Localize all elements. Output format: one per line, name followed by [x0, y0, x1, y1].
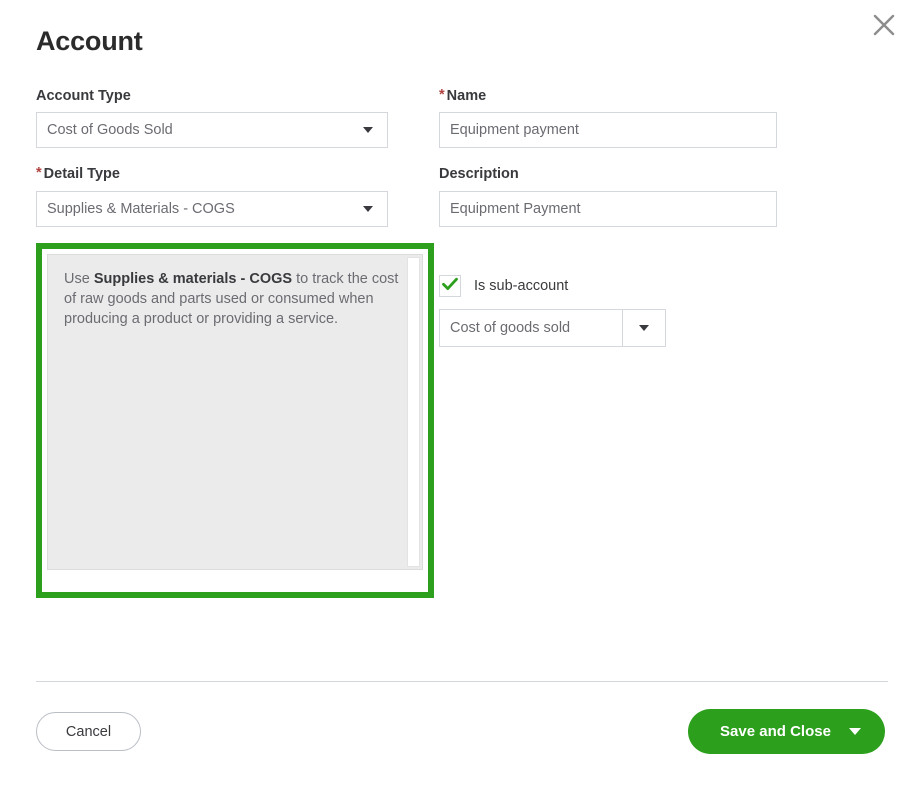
required-asterisk: * [36, 165, 42, 182]
sub-account-section: Is sub-account Cost of goods sold [439, 275, 739, 347]
account-type-label: Account Type [36, 88, 131, 104]
detail-type-label-text: Detail Type [43, 166, 120, 183]
checkmark-icon [441, 275, 459, 298]
chevron-down-icon[interactable] [849, 728, 861, 735]
save-and-close-label: Save and Close [720, 723, 831, 740]
is-sub-account-label: Is sub-account [474, 277, 569, 294]
parent-account-dropdown-button[interactable] [622, 310, 665, 346]
description-label: Description [439, 166, 519, 183]
detail-type-help-panel: Use Supplies & materials - COGS to track… [47, 254, 423, 570]
detail-type-value: Supplies & Materials - COGS [47, 201, 235, 217]
save-and-close-button[interactable]: Save and Close [688, 709, 885, 754]
required-asterisk: * [439, 87, 445, 103]
parent-account-value: Cost of goods sold [450, 320, 571, 336]
left-column: Account Type Cost of Goods Sold * Detail … [36, 88, 388, 245]
detail-type-label: * Detail Type [36, 166, 388, 183]
close-dialog-button[interactable] [867, 8, 901, 42]
is-sub-account-row: Is sub-account [439, 275, 739, 297]
help-panel-text: Use Supplies & materials - COGS to track… [48, 255, 422, 329]
description-field: Description Equipment Payment [439, 166, 777, 227]
account-type-select[interactable]: Cost of Goods Sold [36, 112, 388, 149]
name-input[interactable]: Equipment payment [439, 112, 777, 149]
chevron-down-icon [639, 325, 649, 331]
is-sub-account-checkbox[interactable] [439, 275, 461, 297]
parent-account-select[interactable]: Cost of goods sold [439, 309, 666, 347]
detail-type-help-highlight: Use Supplies & materials - COGS to track… [36, 243, 434, 598]
name-field: * Name Equipment payment [439, 88, 777, 149]
page-title: Account [36, 26, 143, 56]
close-icon [872, 13, 896, 37]
account-type-field: Account Type Cost of Goods Sold [36, 88, 388, 149]
right-column: * Name Equipment payment Description Equi… [439, 88, 777, 245]
detail-type-field: * Detail Type Supplies & Materials - COGS [36, 166, 388, 227]
help-panel-scrollbar[interactable] [407, 257, 420, 567]
chevron-down-icon [363, 205, 373, 212]
detail-type-select[interactable]: Supplies & Materials - COGS [36, 190, 388, 227]
name-label: * Name [439, 88, 777, 105]
help-text-bold: Supplies & materials - COGS [93, 271, 293, 287]
description-value: Equipment Payment [450, 201, 581, 217]
account-type-value: Cost of Goods Sold [47, 123, 173, 138]
name-value: Equipment payment [450, 123, 579, 138]
name-label-text: Name [446, 88, 487, 104]
chevron-down-icon [363, 127, 373, 134]
help-text-before: Use [64, 271, 94, 287]
footer-divider [36, 681, 888, 682]
cancel-button[interactable]: Cancel [36, 712, 141, 751]
description-input[interactable]: Equipment Payment [439, 190, 777, 227]
